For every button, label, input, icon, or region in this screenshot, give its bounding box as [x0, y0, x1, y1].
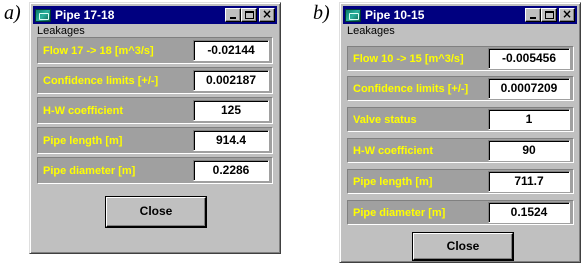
pipe-length-value[interactable]: 711.7 [488, 171, 570, 192]
close-icon: × [261, 7, 273, 21]
title-bar[interactable]: Pipe 10-15 × [343, 6, 577, 24]
flow-label: Flow 17 -> 18 [m^3/s] [43, 44, 154, 57]
window-title: Pipe 10-15 [365, 8, 425, 22]
window-title: Pipe 17-18 [55, 8, 115, 22]
hw-coefficient-row: H-W coefficient 125 [37, 97, 273, 124]
close-button[interactable]: Close [413, 233, 513, 260]
close-button[interactable]: Close [106, 197, 206, 227]
hw-coefficient-label: H-W coefficient [43, 104, 124, 117]
title-bar[interactable]: Pipe 17-18 × [33, 6, 277, 24]
menu-bar: Leakages [344, 25, 398, 37]
menu-leakages[interactable]: Leakages [344, 24, 398, 38]
pipe-diameter-value[interactable]: 0.1524 [488, 202, 570, 223]
panel-tag-b: b) [313, 2, 330, 24]
close-window-button[interactable]: × [259, 7, 275, 22]
close-window-button[interactable]: × [559, 7, 575, 22]
flow-label: Flow 10 -> 15 [m^3/s] [353, 52, 464, 65]
confidence-value[interactable]: 0.002187 [193, 70, 269, 91]
hw-coefficient-label: H-W coefficient [353, 144, 434, 157]
minimize-button[interactable] [525, 8, 541, 22]
app-icon[interactable] [35, 8, 51, 22]
flow-row: Flow 17 -> 18 [m^3/s] -0.02144 [37, 37, 273, 64]
pipe-length-row: Pipe length [m] 914.4 [37, 127, 273, 154]
pipe-length-label: Pipe length [m] [43, 134, 123, 147]
menu-leakages[interactable]: Leakages [34, 24, 88, 38]
valve-status-label: Valve status [353, 113, 417, 126]
maximize-icon [545, 11, 554, 19]
flow-row: Flow 10 -> 15 [m^3/s] -0.005456 [347, 46, 574, 71]
confidence-label: Confidence limits [+/-] [353, 82, 469, 95]
minimize-icon [230, 17, 236, 19]
pipe-10-15-window: Pipe 10-15 × Leakages Flow 10 -> 15 [m^3… [339, 2, 581, 263]
minimize-button[interactable] [225, 8, 241, 22]
close-icon: × [561, 7, 573, 21]
app-icon[interactable] [345, 8, 361, 22]
hw-coefficient-value[interactable]: 90 [488, 140, 570, 161]
flow-value[interactable]: -0.005456 [488, 48, 570, 69]
pipe-17-18-window: Pipe 17-18 × Leakages Flow 17 -> 18 [m^3… [29, 2, 281, 254]
panel-tag-a: a) [4, 2, 21, 24]
maximize-icon [245, 11, 254, 19]
hw-coefficient-value[interactable]: 125 [193, 100, 269, 121]
valve-status-row: Valve status 1 [347, 107, 574, 132]
maximize-button[interactable] [241, 8, 257, 22]
pipe-diameter-label: Pipe diameter [m] [43, 164, 136, 177]
confidence-value[interactable]: 0.0007209 [488, 78, 570, 99]
valve-status-value[interactable]: 1 [488, 109, 570, 130]
hw-coefficient-row: H-W coefficient 90 [347, 138, 574, 163]
pipe-length-label: Pipe length [m] [353, 175, 433, 188]
pipe-diameter-row: Pipe diameter [m] 0.1524 [347, 200, 574, 225]
pipe-length-value[interactable]: 914.4 [193, 130, 269, 151]
flow-value[interactable]: -0.02144 [193, 40, 269, 61]
confidence-row: Confidence limits [+/-] 0.002187 [37, 67, 273, 94]
confidence-label: Confidence limits [+/-] [43, 74, 159, 87]
confidence-row: Confidence limits [+/-] 0.0007209 [347, 76, 574, 101]
pipe-diameter-row: Pipe diameter [m] 0.2286 [37, 157, 273, 184]
pipe-diameter-value[interactable]: 0.2286 [193, 160, 269, 181]
menu-bar: Leakages [34, 25, 88, 37]
pipe-length-row: Pipe length [m] 711.7 [347, 169, 574, 194]
maximize-button[interactable] [541, 8, 557, 22]
minimize-icon [530, 17, 536, 19]
pipe-diameter-label: Pipe diameter [m] [353, 206, 446, 219]
